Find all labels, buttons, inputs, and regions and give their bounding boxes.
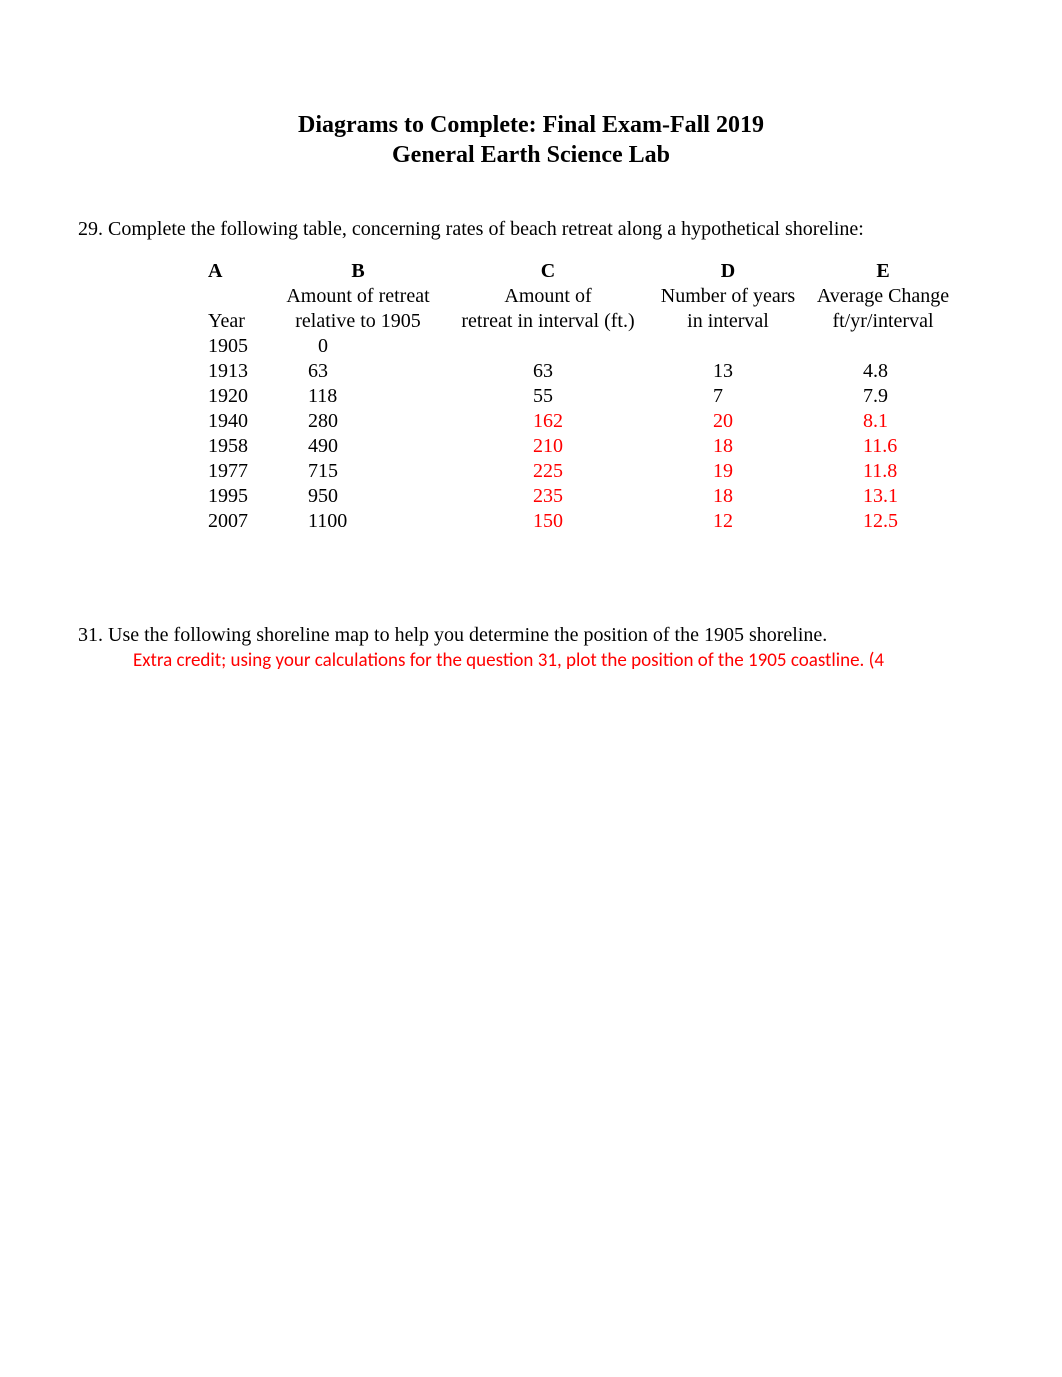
- cell-year: 1920: [208, 384, 268, 409]
- cell-retreat-cum: 280: [268, 409, 448, 434]
- cell-avg-change: 8.1: [808, 409, 958, 434]
- cell-year: 1940: [208, 409, 268, 434]
- cell-avg-change: 12.5: [808, 509, 958, 534]
- hdr3-c: retreat in interval (ft.): [448, 309, 648, 334]
- cell-retreat-cum: 490: [268, 434, 448, 459]
- cell-avg-change: 11.8: [808, 459, 958, 484]
- cell-year: 1905: [208, 334, 268, 359]
- cell-years-interval: 18: [648, 484, 808, 509]
- cell-year: 1995: [208, 484, 268, 509]
- q31-line2-extra-credit: Extra credit; using your calculations fo…: [133, 649, 984, 672]
- cell-avg-change: 11.6: [808, 434, 958, 459]
- hdr-e: E: [808, 259, 958, 284]
- hdr-a: A: [208, 259, 268, 284]
- cell-avg-change: [808, 334, 958, 359]
- cell-years-interval: 18: [648, 434, 808, 459]
- hdr3-d: in interval: [648, 309, 808, 334]
- cell-avg-change: 4.8: [808, 359, 958, 384]
- cell-years-interval: 19: [648, 459, 808, 484]
- cell-retreat-interval: 210: [448, 434, 648, 459]
- cell-retreat-interval: [448, 334, 648, 359]
- table-header-line3: Year relative to 1905 retreat in interva…: [208, 309, 958, 334]
- hdr2-d: Number of years: [648, 284, 808, 309]
- cell-year: 1977: [208, 459, 268, 484]
- cell-retreat-cum: 63: [268, 359, 448, 384]
- hdr3-b: relative to 1905: [268, 309, 448, 334]
- cell-avg-change: 13.1: [808, 484, 958, 509]
- q29-table: A B C D E Amount of retreat Amount of Nu…: [208, 259, 984, 534]
- table-row: 1940280162208.1: [208, 409, 958, 434]
- cell-year: 1958: [208, 434, 268, 459]
- cell-retreat-cum: 715: [268, 459, 448, 484]
- table-row: 19777152251911.8: [208, 459, 958, 484]
- table-row: 19584902101811.6: [208, 434, 958, 459]
- cell-year: 1913: [208, 359, 268, 384]
- hdr-b: B: [268, 259, 448, 284]
- cell-years-interval: [648, 334, 808, 359]
- hdr2-c: Amount of: [448, 284, 648, 309]
- cell-retreat-interval: 162: [448, 409, 648, 434]
- table-header-line2: Amount of retreat Amount of Number of ye…: [208, 284, 958, 309]
- hdr2-e: Average Change: [808, 284, 958, 309]
- hdr2-b: Amount of retreat: [268, 284, 448, 309]
- cell-years-interval: 12: [648, 509, 808, 534]
- cell-retreat-interval: 150: [448, 509, 648, 534]
- cell-retreat-interval: 55: [448, 384, 648, 409]
- cell-years-interval: 7: [648, 384, 808, 409]
- title-line-1: Diagrams to Complete: Final Exam-Fall 20…: [78, 110, 984, 140]
- table-row: 19136363134.8: [208, 359, 958, 384]
- hdr3-a: Year: [208, 309, 268, 334]
- hdr3-e: ft/yr/interval: [808, 309, 958, 334]
- table-row: 19050: [208, 334, 958, 359]
- table-header-letters: A B C D E: [208, 259, 958, 284]
- q31-block: 31. Use the following shoreline map to h…: [78, 624, 984, 672]
- table-row: 19201185577.9: [208, 384, 958, 409]
- cell-retreat-cum: 1100: [268, 509, 448, 534]
- table-row: 19959502351813.1: [208, 484, 958, 509]
- cell-retreat-interval: 63: [448, 359, 648, 384]
- cell-retreat-cum: 118: [268, 384, 448, 409]
- cell-retreat-cum: 0: [268, 334, 448, 359]
- q31-line1: 31. Use the following shoreline map to h…: [78, 624, 984, 647]
- page-title-block: Diagrams to Complete: Final Exam-Fall 20…: [78, 110, 984, 170]
- cell-retreat-cum: 950: [268, 484, 448, 509]
- table-row: 200711001501212.5: [208, 509, 958, 534]
- hdr-c: C: [448, 259, 648, 284]
- cell-retreat-interval: 225: [448, 459, 648, 484]
- cell-avg-change: 7.9: [808, 384, 958, 409]
- cell-years-interval: 20: [648, 409, 808, 434]
- cell-years-interval: 13: [648, 359, 808, 384]
- cell-year: 2007: [208, 509, 268, 534]
- q29-prompt: 29. Complete the following table, concer…: [78, 218, 984, 241]
- title-line-2: General Earth Science Lab: [78, 140, 984, 170]
- cell-retreat-interval: 235: [448, 484, 648, 509]
- hdr-d: D: [648, 259, 808, 284]
